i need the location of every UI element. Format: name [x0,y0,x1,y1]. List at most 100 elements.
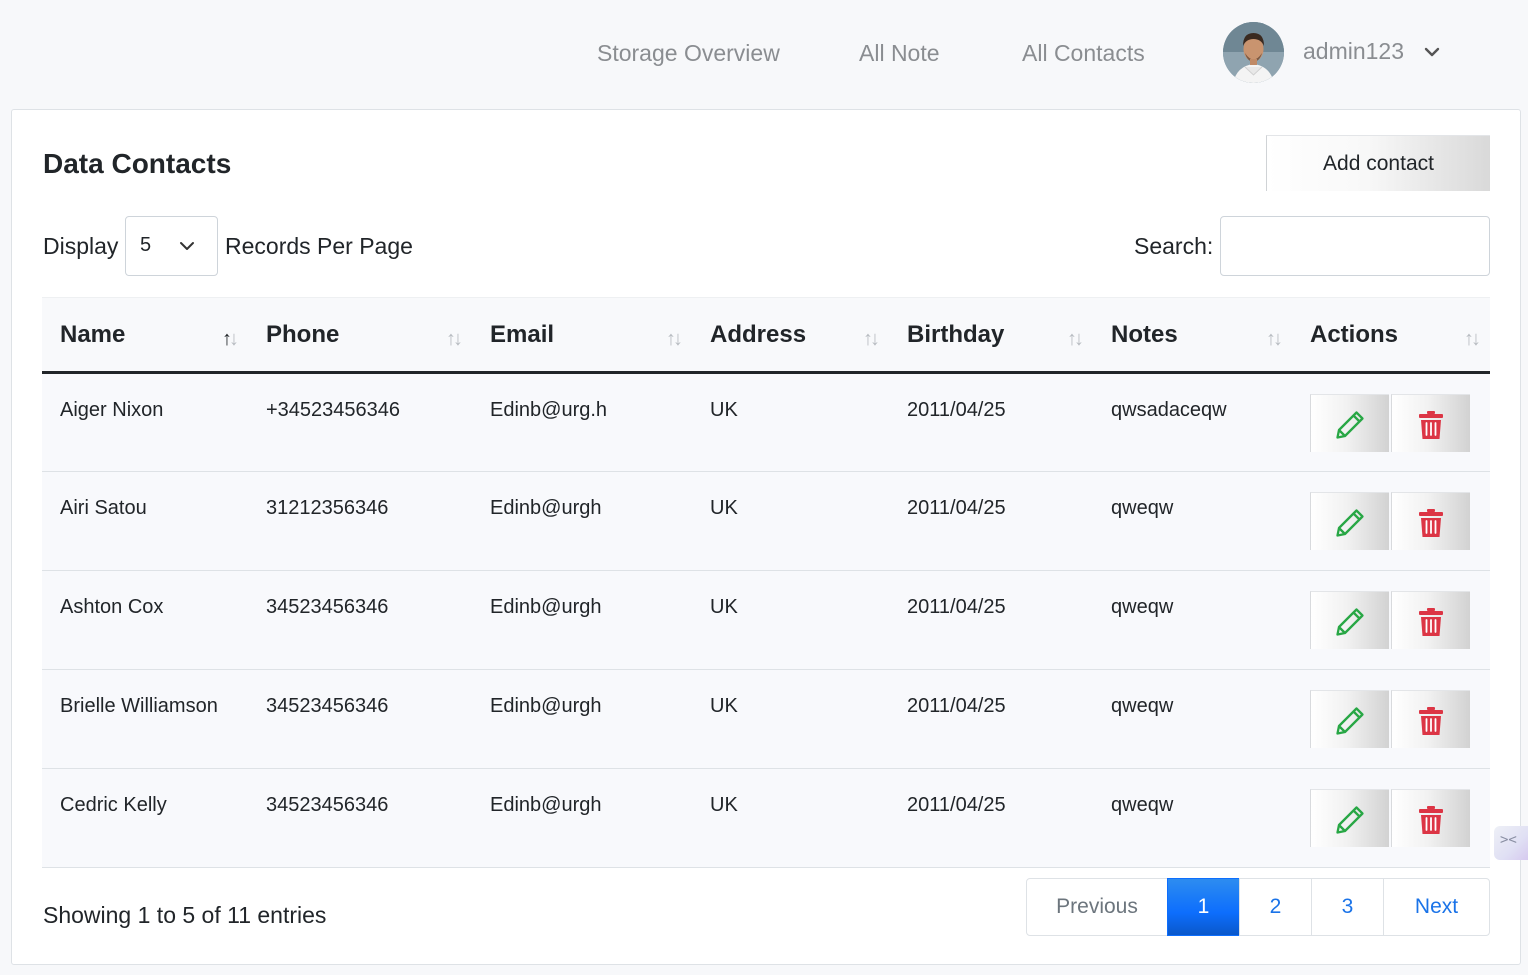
column-header-notes[interactable]: Notes ↑↓ [1093,297,1292,374]
cell-notes: qweqw [1111,596,1174,618]
cell-phone: 31212356346 [266,497,389,519]
pencil-icon [1336,608,1364,636]
cell-email: Edinb@urgh [490,794,602,816]
column-header-label: Notes [1111,320,1178,348]
search-input[interactable] [1220,216,1490,276]
cell-notes: qwsadaceqw [1111,399,1227,421]
page-title: Data Contacts [43,148,232,179]
column-header-label: Phone [266,320,340,348]
pagination-page-1[interactable]: 1 [1167,878,1240,936]
cell-notes: qweqw [1111,695,1174,717]
table-row: Aiger Nixon +34523456346 Edinb@urg.h UK … [42,372,1490,472]
chevron-down-icon [180,242,194,250]
contacts-table-wrapper: Name ↑↓ Phone ↑↓ Email ↑↓ Address ↑↓ Birthda… [42,297,1490,868]
pencil-icon [1336,509,1364,537]
delete-button[interactable] [1391,492,1470,550]
records-per-page-value: 5 [140,234,152,256]
cell-actions [1292,670,1490,769]
column-header-label: Actions [1310,320,1399,348]
cell-name: Ashton Cox [60,596,164,618]
pagination-previous-button[interactable]: Previous [1026,878,1168,936]
delete-button[interactable] [1391,394,1470,452]
collapse-icon: >< [1500,832,1517,848]
delete-button[interactable] [1391,789,1470,847]
column-header-name[interactable]: Name ↑↓ [42,297,248,374]
cell-birthday: 2011/04/25 [907,399,1006,421]
cell-address: UK [710,596,738,618]
table-row: Brielle Williamson 34523456346 Edinb@urg… [42,669,1490,769]
cell-actions [1292,571,1490,670]
cell-address: UK [710,695,738,717]
top-navbar: Storage Overview All Note All Contacts a… [0,0,1528,108]
cell-email: Edinb@urgh [490,497,602,519]
edit-button[interactable] [1310,789,1389,847]
display-label: Display [43,233,119,259]
cell-name: Brielle Williamson [60,695,218,717]
cell-birthday: 2011/04/25 [907,695,1006,717]
table-body: Aiger Nixon +34523456346 Edinb@urg.h UK … [42,372,1490,868]
cell-email: Edinb@urg.h [490,399,608,421]
sort-arrows-icon: ↑↓ [666,328,683,350]
contacts-card: Data Contacts Add contact Display 5 Reco… [11,109,1521,965]
column-header-actions[interactable]: Actions ↑↓ [1292,297,1490,374]
cell-actions [1292,769,1490,868]
column-header-phone[interactable]: Phone ↑↓ [248,297,472,374]
cell-email: Edinb@urgh [490,695,602,717]
records-per-page-label: Records Per Page [225,233,413,259]
nav-link-all-contacts[interactable]: All Contacts [1022,40,1145,67]
records-per-page-select[interactable]: 5 [125,216,218,276]
table-header-row: Name ↑↓ Phone ↑↓ Email ↑↓ Address ↑↓ Birthda… [42,297,1490,374]
pagination-next-button[interactable]: Next [1383,878,1490,936]
cell-name: Airi Satou [60,497,147,519]
pencil-icon [1336,411,1364,439]
pagination-page-2[interactable]: 2 [1239,878,1312,936]
sort-arrows-icon: ↑↓ [1266,328,1283,350]
side-panel-toggle[interactable]: >< [1494,826,1528,860]
edit-button[interactable] [1310,690,1389,748]
cell-address: UK [710,794,738,816]
edit-button[interactable] [1310,492,1389,550]
pagination: Previous 1 2 3 Next [1026,878,1490,936]
delete-button[interactable] [1391,591,1470,649]
add-contact-button[interactable]: Add contact [1266,135,1490,191]
column-header-label: Birthday [907,320,1005,348]
avatar [1223,22,1284,83]
cell-birthday: 2011/04/25 [907,794,1006,816]
sort-arrows-icon: ↑↓ [1464,328,1481,350]
sort-arrows-icon: ↑↓ [863,328,880,350]
nav-link-all-note[interactable]: All Note [859,40,940,67]
pagination-page-3[interactable]: 3 [1311,878,1384,936]
column-header-birthday[interactable]: Birthday ↑↓ [889,297,1093,374]
column-header-label: Address [710,320,807,348]
cell-actions [1292,373,1490,472]
cell-phone: 34523456346 [266,596,389,618]
cell-actions [1292,472,1490,571]
cell-name: Cedric Kelly [60,794,167,816]
table-row: Airi Satou 31212356346 Edinb@urgh UK 201… [42,471,1490,571]
trash-icon [1419,608,1443,636]
user-menu[interactable]: admin123 [1223,22,1453,84]
trash-icon [1419,707,1443,735]
delete-button[interactable] [1391,690,1470,748]
contacts-table: Name ↑↓ Phone ↑↓ Email ↑↓ Address ↑↓ Birthda… [42,297,1490,868]
cell-birthday: 2011/04/25 [907,596,1006,618]
sort-arrows-icon: ↑↓ [222,328,239,350]
nav-link-storage-overview[interactable]: Storage Overview [597,40,780,67]
cell-phone: 34523456346 [266,695,389,717]
table-info-text: Showing 1 to 5 of 11 entries [43,902,327,928]
search-label: Search: [1134,233,1214,259]
column-header-email[interactable]: Email ↑↓ [472,297,692,374]
chevron-down-icon [1424,47,1440,57]
table-row: Cedric Kelly 34523456346 Edinb@urgh UK 2… [42,768,1490,868]
edit-button[interactable] [1310,591,1389,649]
cell-notes: qweqw [1111,794,1174,816]
cell-email: Edinb@urgh [490,596,602,618]
column-header-label: Email [490,320,555,348]
column-header-address[interactable]: Address ↑↓ [692,297,889,374]
edit-button[interactable] [1310,394,1389,452]
sort-arrows-icon: ↑↓ [446,328,463,350]
trash-icon [1419,806,1443,834]
pencil-icon [1336,707,1364,735]
cell-address: UK [710,497,738,519]
column-header-label: Name [60,320,126,348]
